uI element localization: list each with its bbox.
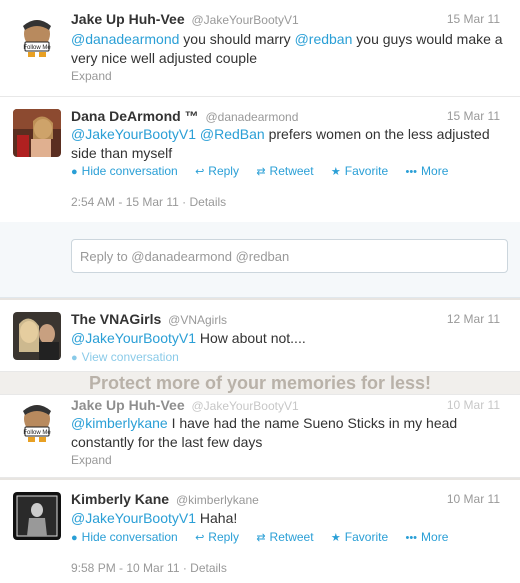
star-icon: ★: [330, 532, 341, 544]
chat-bubble-icon: ●: [71, 532, 78, 544]
tweet-item[interactable]: Dana DeArmond ™ @danadearmond 15 Mar 11 …: [0, 97, 520, 222]
tweet-header: Dana DeArmond ™ @danadearmond 15 Mar 11: [71, 108, 510, 126]
author-name[interactable]: Kimberly Kane: [71, 491, 169, 507]
reply-button[interactable]: ↩ Reply: [195, 530, 239, 544]
retweet-button[interactable]: ⇄ Retweet: [256, 164, 313, 178]
tweet-actions: ● Hide conversation ↩ Reply ⇄ Retweet ★ Favo…: [71, 530, 462, 544]
mention-link[interactable]: @JakeYourBootyV1: [71, 126, 196, 142]
mention-link[interactable]: @kimberlykane: [71, 415, 168, 431]
more-button[interactable]: ••• More: [405, 530, 448, 544]
ellipsis-icon: •••: [405, 532, 418, 544]
author-name[interactable]: Dana DeArmond ™: [71, 108, 199, 124]
expand-link[interactable]: Expand: [71, 69, 112, 83]
tweet-timestamp-details[interactable]: 2:54 AM - 15 Mar 11 · Details: [71, 195, 226, 209]
mention-link[interactable]: @redban: [295, 31, 353, 47]
tweet-date[interactable]: 12 Mar 11: [447, 312, 500, 326]
mention-link[interactable]: @RedBan: [200, 126, 265, 142]
author-name[interactable]: Jake Up Huh-Vee: [71, 11, 185, 27]
tweet-date[interactable]: 10 Mar 11: [447, 492, 500, 506]
mention-link[interactable]: @JakeYourBootyV1: [71, 510, 196, 526]
tweet-text: @JakeYourBootyV1 @RedBan prefers women o…: [71, 126, 490, 161]
tweet-header: Jake Up Huh-Vee @JakeYourBootyV1 15 Mar …: [71, 11, 510, 29]
retweet-button[interactable]: ⇄ Retweet: [256, 530, 313, 544]
watermark-text: Protect more of your memories for less!: [0, 372, 520, 394]
hide-conversation-button[interactable]: ● Hide conversation: [71, 530, 178, 544]
view-conversation-link[interactable]: ● View conversation: [71, 350, 179, 364]
favorite-button[interactable]: ★ Favorite: [331, 164, 388, 178]
ellipsis-icon: •••: [405, 166, 418, 178]
tweet-date[interactable]: 10 Mar 11: [447, 398, 500, 412]
author-handle[interactable]: @JakeYourBootyV1: [192, 399, 299, 413]
tweet-text: @JakeYourBootyV1 Haha!: [71, 510, 238, 526]
expand-link[interactable]: Expand: [71, 453, 112, 467]
tweet-date[interactable]: 15 Mar 11: [447, 109, 500, 123]
tweet-text: @danadearmond you should marry @redban y…: [71, 31, 503, 66]
tweet-header: The VNAGirls @VNAgirls 12 Mar 11: [71, 311, 510, 329]
more-button[interactable]: ••• More: [405, 164, 448, 178]
tweet-item[interactable]: Kimberly Kane @kimberlykane 10 Mar 11 @J…: [0, 480, 520, 583]
mention-link[interactable]: @danadearmond: [71, 31, 179, 47]
tweet-text: @JakeYourBootyV1 How about not....: [71, 330, 306, 346]
tweet-item[interactable]: Follow Me Jake Up Huh-Vee @JakeYourBooty…: [0, 394, 520, 478]
tweet-header: Kimberly Kane @kimberlykane 10 Mar 11: [71, 491, 510, 509]
author-name[interactable]: The VNAGirls: [71, 311, 161, 327]
retweet-icon: ⇄: [256, 166, 266, 178]
tweet-item[interactable]: The VNAGirls @VNAgirls 12 Mar 11 @JakeYo…: [0, 300, 520, 372]
hide-conversation-button[interactable]: ● Hide conversation: [71, 164, 178, 178]
retweet-icon: ⇄: [256, 532, 266, 544]
tweet-header: Jake Up Huh-Vee @JakeYourBootyV1 10 Mar …: [71, 397, 510, 415]
mention-link[interactable]: @JakeYourBootyV1: [71, 330, 196, 346]
tweet-timeline: Follow Me Jake Up Huh-Vee @JakeYourBooty…: [0, 0, 520, 583]
tweet-text: @kimberlykane I have had the name Sueno …: [71, 415, 458, 450]
tweet-actions: ● Hide conversation ↩ Reply ⇄ Retweet ★ Favo…: [71, 164, 462, 178]
avatar[interactable]: [13, 492, 61, 540]
reply-area: Reply to @danadearmond @redban: [0, 222, 520, 298]
chat-bubble-icon: ●: [71, 166, 78, 178]
tweet-date[interactable]: 15 Mar 11: [447, 12, 500, 26]
avatar[interactable]: Follow Me: [13, 12, 61, 60]
reply-icon: ↩: [195, 532, 205, 544]
author-handle[interactable]: @VNAgirls: [168, 313, 227, 327]
avatar[interactable]: [13, 109, 61, 157]
author-name[interactable]: Jake Up Huh-Vee: [71, 397, 185, 413]
avatar[interactable]: [13, 312, 61, 360]
tweet-timestamp-details[interactable]: 9:58 PM - 10 Mar 11 · Details: [71, 561, 227, 575]
author-handle[interactable]: @JakeYourBootyV1: [192, 13, 299, 27]
author-handle[interactable]: @danadearmond: [205, 110, 298, 124]
author-handle[interactable]: @kimberlykane: [176, 493, 259, 507]
svg-text:Follow Me: Follow Me: [23, 430, 51, 436]
reply-button[interactable]: ↩ Reply: [195, 164, 239, 178]
svg-text:Follow Me: Follow Me: [23, 45, 51, 51]
chat-bubble-icon: ●: [71, 352, 78, 364]
reply-input[interactable]: Reply to @danadearmond @redban: [71, 239, 508, 273]
star-icon: ★: [330, 166, 341, 178]
avatar[interactable]: Follow Me: [13, 397, 61, 445]
favorite-button[interactable]: ★ Favorite: [331, 530, 388, 544]
tweet-item[interactable]: Follow Me Jake Up Huh-Vee @JakeYourBooty…: [0, 0, 520, 97]
reply-icon: ↩: [195, 166, 205, 178]
